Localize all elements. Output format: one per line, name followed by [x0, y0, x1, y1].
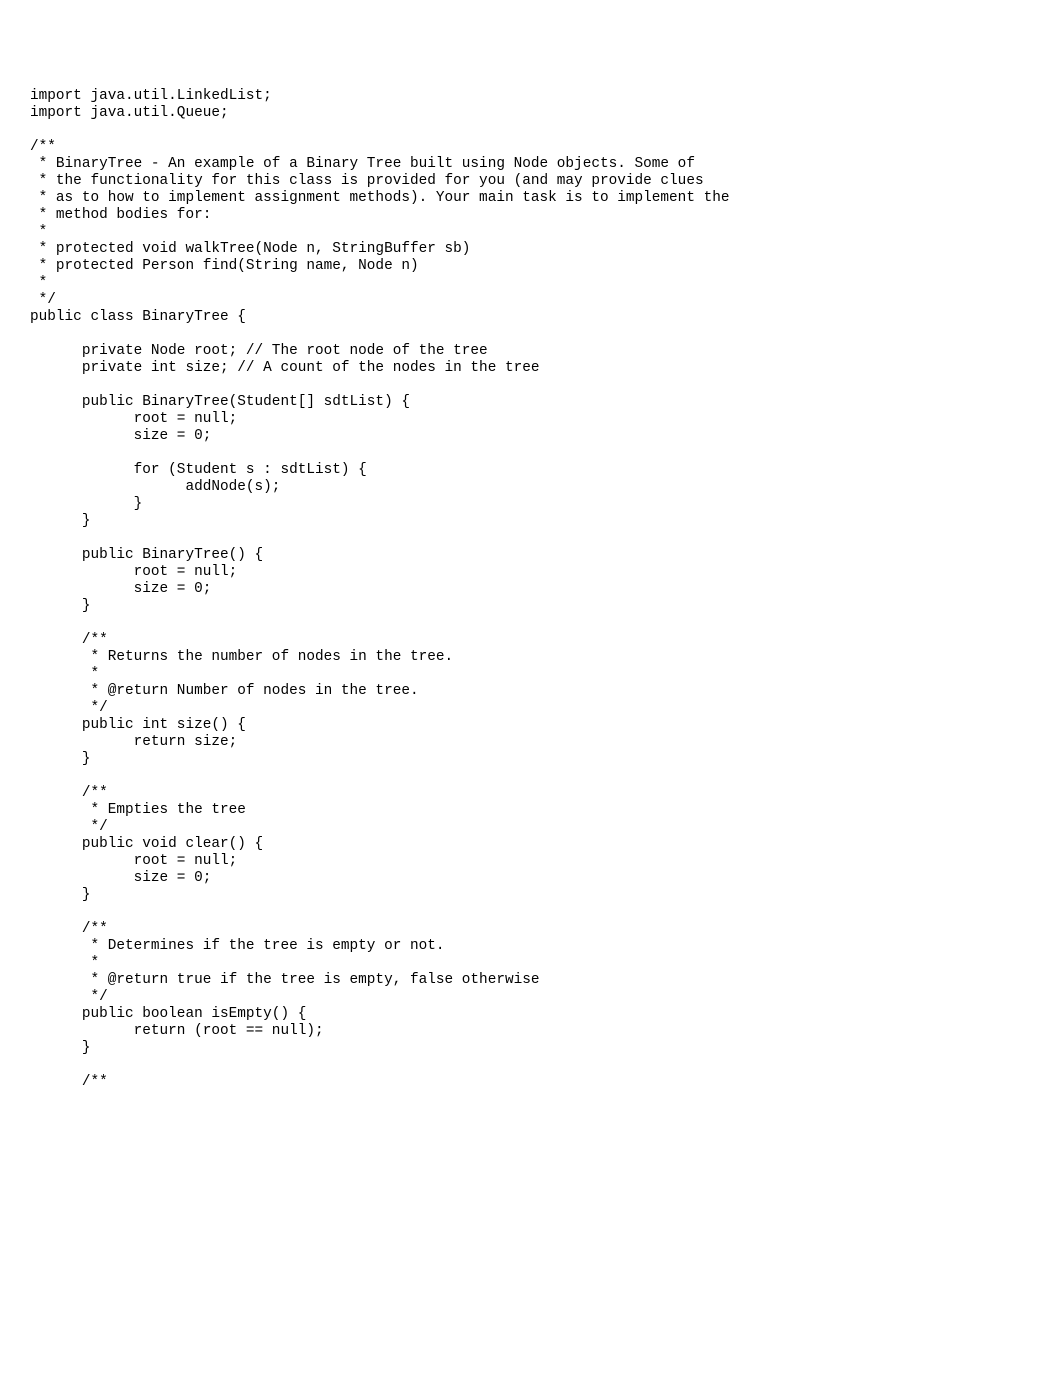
document-page: import java.util.LinkedList; import java…	[0, 0, 1062, 1377]
code-block: import java.util.LinkedList; import java…	[30, 88, 1032, 1091]
